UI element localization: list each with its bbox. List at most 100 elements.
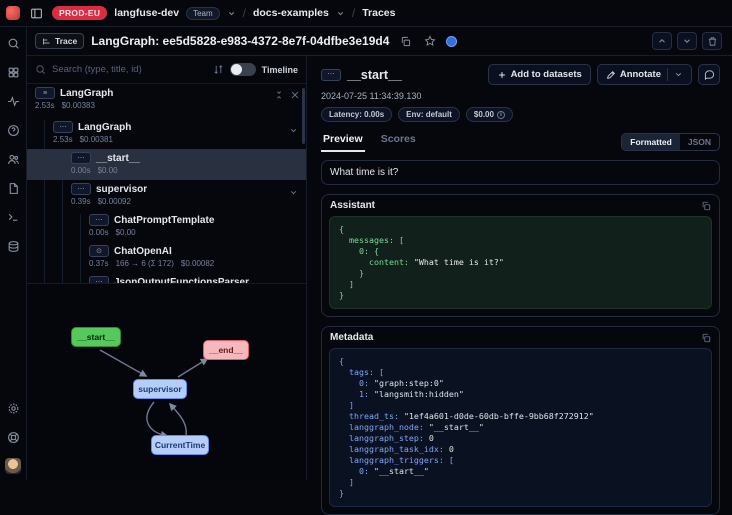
terminal-icon — [7, 211, 20, 224]
cost-value: $0.00092 — [98, 197, 131, 206]
graph-node-end[interactable]: __end__ — [203, 340, 249, 360]
assistant-heading: Assistant — [330, 200, 375, 211]
tab-preview[interactable]: Preview — [321, 131, 365, 152]
span-type-icon: ⋯ — [71, 183, 91, 195]
tree-row-langgraph-span[interactable]: ⋯LangGraph 2.53s$0.00381 — [27, 118, 306, 149]
breadcrumb-org[interactable]: langfuse-dev — [114, 7, 179, 19]
tree-row-chatopenai[interactable]: ⊙ChatOpenAI 0.37s166 → 6 (Σ 172)$0.00082 — [27, 242, 306, 273]
breadcrumb-separator: / — [243, 6, 246, 20]
environment-badge: Env: default — [398, 107, 460, 122]
cost-value: $0.00082 — [181, 259, 214, 268]
sort-icon[interactable] — [213, 64, 224, 75]
copy-icon — [400, 36, 411, 47]
assistant-output-card: Assistant { messages: [ 0: { content: "W… — [321, 194, 720, 317]
chat-bubble-icon — [704, 69, 715, 80]
tree-row-jsonoutputfunctionsparser[interactable]: ⋯JsonOutputFunctionsParser — [27, 273, 306, 283]
cost-value: $0.00381 — [80, 135, 113, 144]
plus-icon — [497, 70, 507, 80]
breadcrumb-project[interactable]: docs-examples — [253, 7, 329, 19]
graph-node-supervisor[interactable]: supervisor — [133, 379, 187, 399]
detail-header: ⋯ __start__ Add to datasets Annotate — [321, 64, 720, 85]
timeline-toggle[interactable] — [230, 63, 256, 76]
tree-row-chatprompttemplate[interactable]: ⋯ChatPromptTemplate 0.00s$0.00 — [27, 211, 306, 242]
trace-type-icon: ≡ — [35, 87, 55, 99]
chevron-down-icon[interactable] — [674, 70, 683, 79]
copy-icon — [701, 201, 711, 211]
datasets-nav-button[interactable] — [5, 180, 21, 196]
users-icon — [7, 153, 20, 166]
prompts-nav-button[interactable] — [5, 122, 21, 138]
chevron-down-icon[interactable] — [227, 9, 236, 18]
latency-value: 0.37s — [89, 259, 109, 268]
span-type-icon: ⋯ — [89, 276, 109, 283]
star-icon — [424, 35, 436, 47]
org-plan-badge: Team — [186, 7, 220, 20]
dashboard-nav-button[interactable] — [5, 64, 21, 80]
format-formatted-option[interactable]: Formatted — [622, 134, 680, 150]
settings-nav-button[interactable] — [5, 400, 21, 416]
latency-value: 2.53s — [53, 135, 73, 144]
format-toggle: Formatted JSON — [621, 133, 720, 151]
tree-row-langgraph-root[interactable]: ≡LangGraph 2.53s$0.00383 — [27, 84, 306, 118]
generation-type-icon: ⊙ — [89, 245, 109, 257]
bookmark-trace-button[interactable] — [421, 32, 439, 50]
agent-graph-panel: __start__ __end__ supervisor CurrentTime — [27, 283, 306, 480]
detail-actions: Add to datasets Annotate — [488, 64, 720, 85]
activity-icon — [7, 95, 20, 108]
observation-tree-panel: Timeline ≡LangGraph 2.53s$0.00383 ⋯LangG… — [27, 56, 306, 480]
metadata-card: Metadata { tags: [ 0: "graph:step:0" 1: … — [321, 326, 720, 515]
latency-value: 0.00s — [71, 166, 91, 175]
tracing-nav-button[interactable] — [5, 93, 21, 109]
search-icon — [7, 37, 20, 50]
graph-node-start[interactable]: __start__ — [71, 327, 121, 347]
latency-value: 0.00s — [89, 228, 109, 237]
user-avatar[interactable] — [5, 458, 21, 474]
span-type-icon: ⋯ — [89, 214, 109, 226]
chevron-down-icon[interactable] — [289, 126, 298, 135]
comments-button[interactable] — [698, 64, 720, 85]
info-icon[interactable]: i — [497, 111, 505, 119]
add-to-datasets-button[interactable]: Add to datasets — [488, 64, 591, 85]
life-buoy-icon — [7, 431, 20, 444]
environment-badge: PROD-EU — [52, 6, 107, 20]
tree-row-supervisor[interactable]: ⋯supervisor 0.39s$0.00092 — [27, 180, 306, 211]
tree-search-input[interactable] — [52, 64, 207, 75]
previous-trace-button[interactable] — [652, 32, 672, 50]
next-trace-button[interactable] — [677, 32, 697, 50]
chevron-down-icon[interactable] — [336, 9, 345, 18]
span-type-icon: ⋯ — [53, 121, 73, 133]
cost-badge: $0.00 i — [466, 107, 513, 122]
delete-trace-button[interactable] — [702, 32, 722, 50]
copy-output-button[interactable] — [701, 201, 711, 211]
pencil-icon — [606, 70, 616, 80]
chevron-down-icon[interactable] — [289, 188, 298, 197]
playground-nav-button[interactable] — [5, 209, 21, 225]
tree-scrollbar[interactable] — [302, 88, 305, 144]
format-json-option[interactable]: JSON — [680, 134, 719, 150]
trace-nav-controls — [652, 32, 722, 50]
copy-trace-id-button[interactable] — [396, 32, 414, 50]
breadcrumb-separator: / — [352, 6, 355, 20]
copy-metadata-button[interactable] — [701, 333, 711, 343]
trace-header: Trace LangGraph: ee5d5828-e983-4372-8e7f… — [27, 27, 732, 56]
search-nav-button[interactable] — [5, 35, 21, 51]
latency-value: 2.53s — [35, 101, 55, 110]
breadcrumb-section[interactable]: Traces — [362, 7, 395, 19]
graph-node-currenttime[interactable]: CurrentTime — [151, 435, 209, 455]
latency-badge: Latency: 0.00s — [321, 107, 392, 122]
annotate-button[interactable]: Annotate — [597, 64, 692, 85]
span-type-icon: ⋯ — [71, 152, 91, 164]
metadata-heading: Metadata — [330, 332, 373, 343]
left-icon-rail — [0, 27, 27, 480]
users-nav-button[interactable] — [5, 151, 21, 167]
sidebar-toggle-button[interactable] — [27, 4, 45, 22]
file-icon — [7, 182, 20, 195]
evaluations-nav-button[interactable] — [5, 238, 21, 254]
trace-tree-icon — [42, 37, 51, 46]
input-preview: What time is it? — [321, 160, 720, 185]
public-visibility-icon[interactable] — [446, 36, 457, 47]
copy-icon — [701, 333, 711, 343]
support-nav-button[interactable] — [5, 429, 21, 445]
tree-row-start-selected[interactable]: ⋯__start__ 0.00s$0.00 — [27, 149, 306, 180]
tab-scores[interactable]: Scores — [379, 131, 418, 152]
